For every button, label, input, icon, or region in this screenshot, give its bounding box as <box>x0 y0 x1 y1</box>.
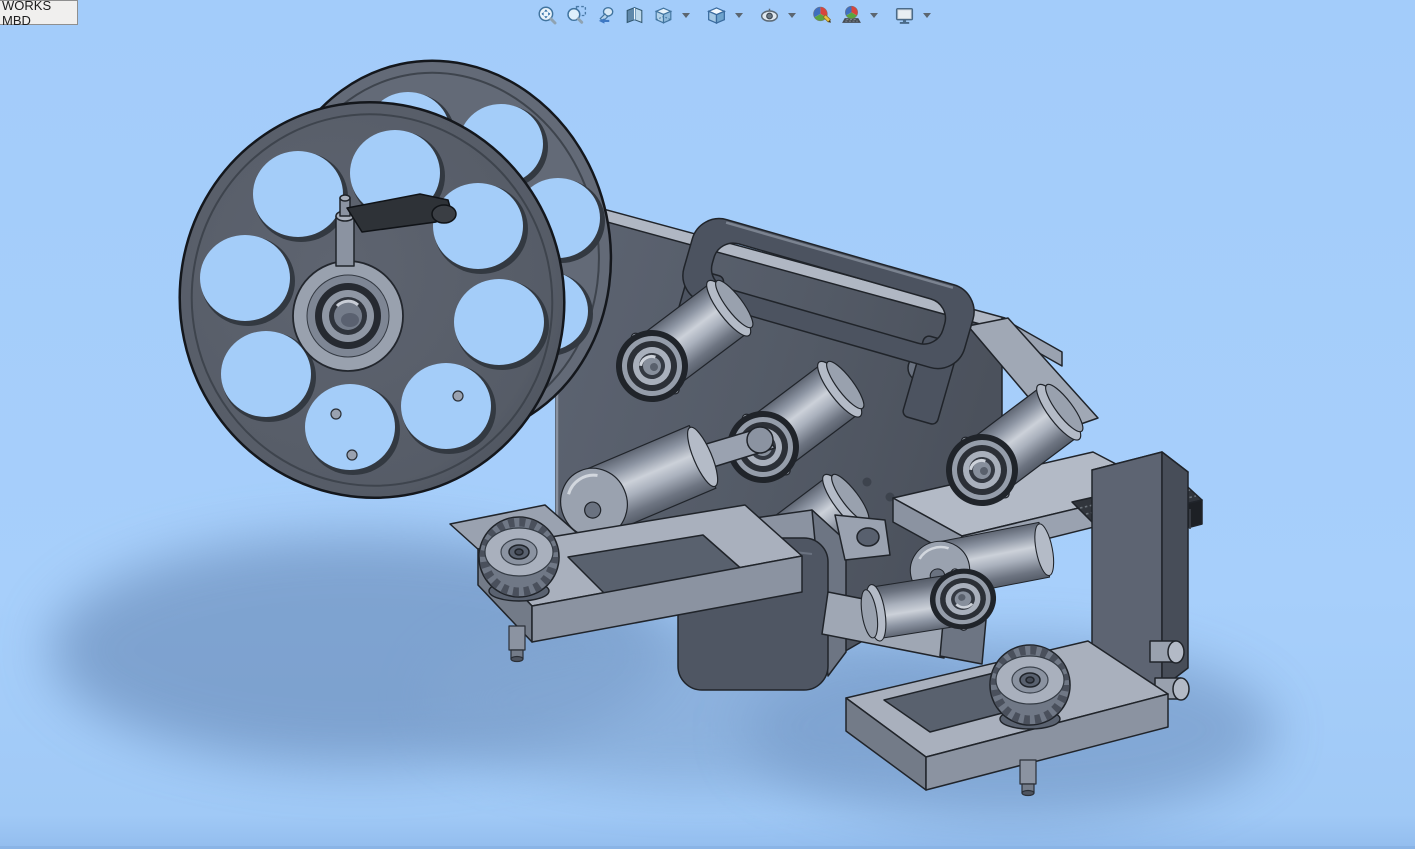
display-style-icon <box>706 7 726 24</box>
hide-show-items-button[interactable] <box>756 2 782 29</box>
view-settings-button[interactable] <box>891 2 917 29</box>
display-style-button[interactable] <box>703 2 729 29</box>
zoom-to-area-icon <box>566 5 586 24</box>
tab-solidworks-mbd[interactable]: WORKS MBD <box>0 0 78 28</box>
previous-view-icon <box>598 6 613 24</box>
previous-view-button[interactable] <box>592 2 618 29</box>
foot-pin-left[interactable] <box>508 625 526 663</box>
zoom-to-area-button[interactable] <box>563 2 589 29</box>
foot-pin-right[interactable] <box>1019 759 1037 797</box>
heads-up-view-toolbar <box>534 2 934 29</box>
hide-show-items-dropdown-arrow[interactable] <box>788 13 796 18</box>
apply-scene-dropdown-arrow[interactable] <box>870 13 878 18</box>
tab-label: WORKS MBD <box>2 0 52 28</box>
view-orientation-dropdown-arrow[interactable] <box>682 13 690 18</box>
zoom-to-fit-button[interactable] <box>534 2 560 29</box>
zoom-to-fit-icon <box>538 6 556 25</box>
3d-model-canvas[interactable] <box>0 0 1415 849</box>
display-style-dropdown-arrow[interactable] <box>735 13 743 18</box>
view-settings-dropdown-arrow[interactable] <box>923 13 931 18</box>
hub-bearing[interactable] <box>292 260 404 372</box>
section-view-icon <box>626 6 642 24</box>
view-orientation-button[interactable] <box>650 2 676 29</box>
edit-appearance-button[interactable] <box>809 2 835 29</box>
section-view-button[interactable] <box>621 2 647 29</box>
edit-appearance-icon <box>812 6 831 23</box>
view-orientation-icon <box>654 7 672 24</box>
hide-show-items-icon <box>760 8 778 22</box>
solidworks-viewport[interactable]: WORKS MBD <box>0 0 1415 849</box>
apply-scene-button[interactable] <box>838 2 864 29</box>
apply-scene-icon <box>841 5 861 23</box>
adjustment-knob-right[interactable] <box>990 645 1070 729</box>
view-settings-icon <box>895 7 913 24</box>
adjustment-knob-left[interactable] <box>479 517 559 601</box>
